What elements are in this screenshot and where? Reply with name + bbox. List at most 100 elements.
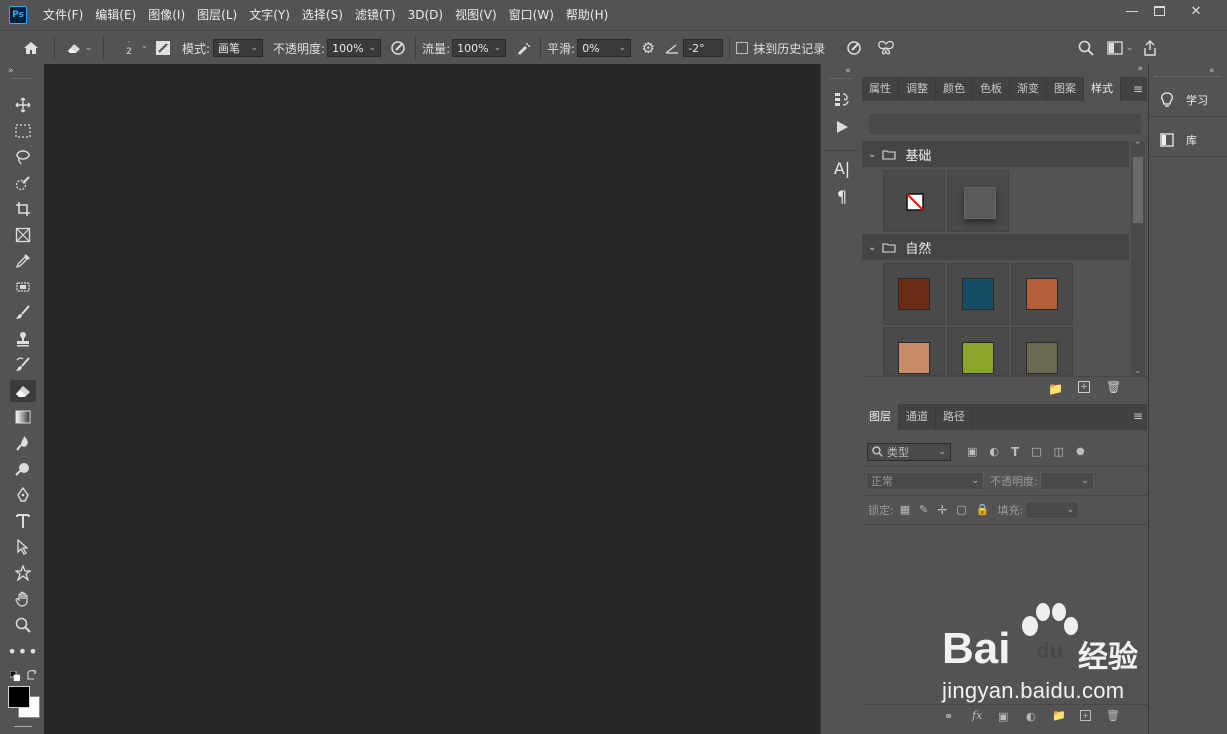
link-layers-icon[interactable]: ⚭ (944, 710, 953, 723)
menu-file[interactable]: 文件(F) (37, 0, 89, 30)
brush-size-picker[interactable]: · 2 ⌄ (110, 37, 148, 59)
style-swatch-drop-shadow[interactable] (947, 170, 1009, 232)
erase-history-checkbox[interactable] (736, 42, 749, 54)
menu-window[interactable]: 窗口(W) (503, 0, 560, 30)
tab-layers[interactable]: 图层 (862, 404, 899, 430)
style-swatch-none[interactable] (883, 170, 945, 232)
scrollbar-thumb[interactable] (1133, 157, 1143, 223)
panel-menu-icon[interactable]: ≡ (1133, 409, 1143, 423)
workspace-switcher[interactable]: ⌄ (1103, 37, 1137, 59)
frame-tool[interactable] (10, 224, 36, 246)
filter-pixel-icon[interactable]: ▣ (967, 445, 977, 458)
healing-brush-tool[interactable] (10, 276, 36, 298)
gradient-tool[interactable] (10, 406, 36, 428)
new-layer-icon[interactable]: + (1080, 710, 1091, 721)
menu-help[interactable]: 帮助(H) (560, 0, 614, 30)
panel-menu-icon[interactable]: ≡ (1133, 82, 1143, 96)
collapse-panel-icon[interactable]: » (1137, 64, 1143, 74)
blend-mode-select[interactable]: 正常 ⌄ (866, 471, 984, 490)
search-button[interactable] (1075, 37, 1097, 59)
menu-type[interactable]: 文字(Y) (243, 0, 296, 30)
menu-layer[interactable]: 图层(L) (191, 0, 243, 30)
custom-shape-tool[interactable] (10, 562, 36, 584)
lock-transparent-icon[interactable]: ▦ (900, 503, 910, 516)
style-swatch-nature-6[interactable] (1011, 327, 1073, 376)
menu-view[interactable]: 视图(V) (449, 0, 503, 30)
eraser-tool[interactable] (10, 380, 36, 402)
lasso-tool[interactable] (10, 146, 36, 168)
opacity-field[interactable]: 100% ⌄ (327, 39, 382, 57)
history-panel-button[interactable] (831, 88, 853, 110)
new-group-folder-icon[interactable]: 📁 (1048, 382, 1063, 396)
smoothing-field[interactable]: 0% ⌄ (577, 39, 632, 57)
maximize-button[interactable] (1143, 0, 1175, 22)
tab-properties[interactable]: 属性 (862, 77, 899, 101)
history-brush-tool[interactable] (10, 354, 36, 376)
mode-select[interactable]: 画笔 ⌄ (213, 39, 264, 57)
character-panel-button[interactable]: A| (831, 157, 853, 179)
smoothing-options-button[interactable]: ⚙ (637, 37, 659, 59)
eyedropper-tool[interactable] (10, 250, 36, 272)
close-button[interactable]: ✕ (1180, 0, 1212, 22)
lock-artboard-icon[interactable]: ▢ (956, 503, 966, 516)
expand-dock-icon[interactable]: « (1209, 66, 1215, 76)
airbrush-toggle[interactable] (512, 37, 534, 59)
filter-smart-object-icon[interactable]: ◫ (1054, 445, 1064, 458)
expand-panels-icon[interactable]: « (845, 66, 851, 76)
tab-channels[interactable]: 通道 (899, 404, 936, 430)
dodge-tool[interactable] (10, 458, 36, 480)
paragraph-panel-button[interactable]: ¶ (831, 185, 853, 207)
flow-field[interactable]: 100% ⌄ (452, 39, 507, 57)
quick-selection-tool[interactable] (10, 172, 36, 194)
move-tool[interactable] (10, 94, 36, 116)
pressure-opacity-toggle[interactable] (387, 37, 409, 59)
eraser-preset-picker[interactable]: ⌄ (61, 37, 97, 59)
share-button[interactable] (1139, 37, 1161, 59)
symmetry-button[interactable] (875, 37, 897, 59)
path-selection-tool[interactable] (10, 536, 36, 558)
delete-layer-icon[interactable]: 🗑 (1106, 709, 1120, 722)
scroll-up-icon[interactable]: ⌃ (1134, 141, 1142, 151)
tab-gradients[interactable]: 渐变 (1010, 77, 1047, 101)
type-tool[interactable] (10, 510, 36, 532)
lock-all-icon[interactable]: 🔒 (976, 503, 990, 516)
zoom-tool[interactable] (10, 614, 36, 636)
hand-tool[interactable] (10, 588, 36, 610)
styles-scrollbar[interactable]: ⌃ ⌄ (1131, 141, 1145, 376)
layer-filter-select[interactable]: 类型 ⌄ (867, 442, 951, 461)
tab-swatches[interactable]: 色板 (973, 77, 1010, 101)
new-group-icon[interactable]: 📁 (1052, 709, 1066, 722)
trash-icon[interactable]: 🗑 (1106, 380, 1121, 394)
default-colors-button[interactable] (9, 670, 21, 682)
new-adjustment-icon[interactable]: ◐ (1026, 710, 1036, 723)
foreground-color-swatch[interactable] (8, 686, 30, 708)
learn-panel-button[interactable]: 学习 (1149, 84, 1227, 117)
menu-filter[interactable]: 滤镜(T) (349, 0, 402, 30)
style-swatch-nature-4[interactable] (883, 327, 945, 376)
new-style-icon[interactable]: + (1078, 381, 1090, 393)
style-group-basics[interactable]: ⌄ 基础 (862, 141, 1129, 167)
fill-field[interactable]: ⌄ (1025, 500, 1080, 519)
filter-toggle-icon[interactable]: ● (1076, 446, 1085, 457)
style-swatch-nature-3[interactable] (1011, 263, 1073, 325)
styles-search-input[interactable] (869, 114, 1141, 134)
quick-mask-button[interactable] (14, 726, 32, 731)
lock-image-brush-icon[interactable]: ✎ (919, 503, 928, 516)
style-swatch-nature-1[interactable] (883, 263, 945, 325)
tab-paths[interactable]: 路径 (936, 404, 973, 430)
blur-tool[interactable] (10, 432, 36, 454)
style-swatch-nature-5[interactable] (947, 327, 1009, 376)
menu-select[interactable]: 选择(S) (296, 0, 349, 30)
collapse-toolbar-icon[interactable]: » (8, 66, 14, 76)
style-swatch-nature-2[interactable] (947, 263, 1009, 325)
brush-settings-toggle[interactable] (152, 37, 174, 59)
marquee-tool[interactable] (10, 120, 36, 142)
angle-field[interactable]: -2° (683, 39, 724, 57)
layer-opacity-field[interactable]: ⌄ (1039, 471, 1094, 490)
tab-color[interactable]: 颜色 (936, 77, 973, 101)
canvas-area[interactable] (44, 64, 820, 734)
brush-tool[interactable] (10, 302, 36, 324)
tab-styles[interactable]: 样式 (1084, 77, 1121, 101)
filter-adjustment-icon[interactable]: ◐ (989, 445, 999, 458)
actions-panel-button[interactable] (831, 116, 853, 138)
